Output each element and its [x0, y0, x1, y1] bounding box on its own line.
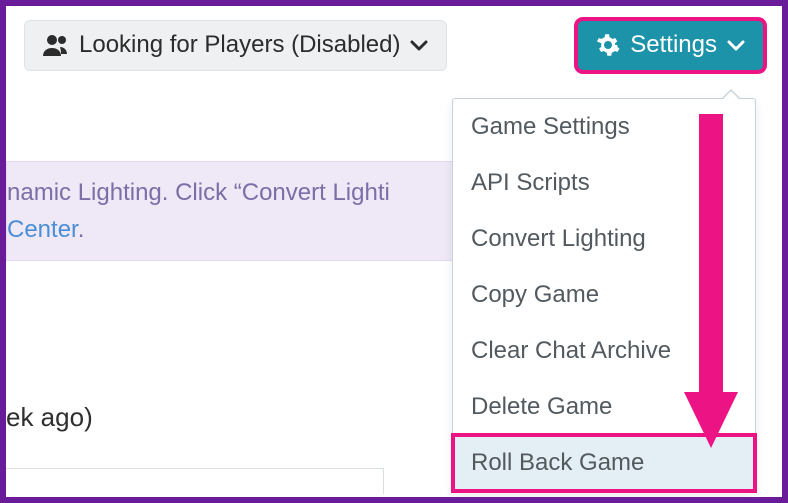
panel-border-fragment: [6, 468, 384, 494]
menu-item-game-settings[interactable]: Game Settings: [453, 99, 755, 155]
page-toolbar: Looking for Players (Disabled) Settings: [6, 6, 782, 71]
menu-item-copy-game[interactable]: Copy Game: [453, 267, 755, 323]
menu-item-convert-lighting[interactable]: Convert Lighting: [453, 211, 755, 267]
menu-item-clear-chat-archive[interactable]: Clear Chat Archive: [453, 323, 755, 379]
help-center-link[interactable]: Center: [7, 216, 78, 243]
lighting-banner: namic Lighting. Click “Convert Lighti Ce…: [6, 161, 486, 261]
menu-item-roll-back-game[interactable]: Roll Back Game: [453, 435, 755, 491]
gear-icon: [596, 33, 620, 57]
settings-menu: Game Settings API Scripts Convert Lighti…: [452, 98, 756, 492]
banner-period: .: [78, 216, 85, 243]
people-icon: [43, 34, 69, 56]
menu-item-api-scripts[interactable]: API Scripts: [453, 155, 755, 211]
screenshot-frame: Looking for Players (Disabled) Settings: [0, 0, 788, 503]
chevron-down-icon: [727, 39, 745, 51]
settings-label: Settings: [630, 31, 717, 60]
last-played-text: ek ago): [6, 402, 93, 433]
looking-for-players-button[interactable]: Looking for Players (Disabled): [24, 20, 447, 71]
banner-text-fragment: namic Lighting. Click “Convert Lighti: [7, 179, 390, 206]
settings-button[interactable]: Settings: [577, 20, 764, 71]
looking-for-players-label: Looking for Players (Disabled): [79, 31, 400, 60]
menu-item-delete-game[interactable]: Delete Game: [453, 379, 755, 435]
chevron-down-icon: [410, 39, 428, 51]
